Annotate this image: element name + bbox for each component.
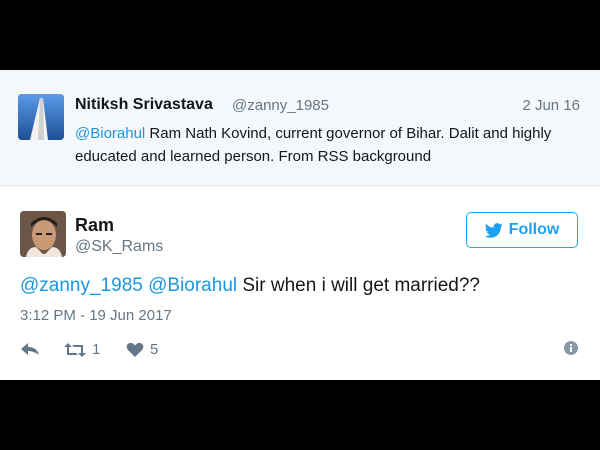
quoted-text: @Biorahul Ram Nath Kovind, current gover… bbox=[75, 122, 575, 168]
quoted-date[interactable]: 2 Jun 16 bbox=[522, 97, 580, 114]
reply-button[interactable] bbox=[20, 341, 40, 357]
author-avatar[interactable] bbox=[20, 211, 66, 257]
mention-link-1[interactable]: @zanny_1985 bbox=[20, 275, 143, 296]
bird-icon bbox=[484, 222, 503, 238]
follow-button[interactable]: Follow bbox=[466, 212, 578, 248]
info-button[interactable] bbox=[564, 341, 578, 355]
quoted-author-name[interactable]: Nitiksh Srivastava bbox=[75, 96, 213, 114]
retweet-button[interactable]: 1 bbox=[64, 341, 100, 358]
author-handle[interactable]: @SK_Rams bbox=[75, 238, 163, 256]
quoted-avatar-image bbox=[18, 94, 64, 140]
tweet-timestamp[interactable]: 3:12 PM - 19 Jun 2017 bbox=[20, 307, 172, 324]
follow-label: Follow bbox=[508, 221, 560, 238]
reply-icon bbox=[21, 343, 39, 355]
tweet-actions: 1 5 bbox=[20, 341, 580, 361]
heart-icon bbox=[126, 342, 144, 357]
quoted-body: Ram Nath Kovind, current governor of Bih… bbox=[75, 125, 552, 165]
quoted-tweet[interactable]: Nitiksh Srivastava @zanny_1985 2 Jun 16 … bbox=[0, 70, 600, 186]
mention-link-2[interactable]: @Biorahul bbox=[148, 275, 237, 296]
retweet-count: 1 bbox=[92, 341, 101, 358]
tweet-body: Sir when i will get married?? bbox=[237, 275, 480, 296]
retweet-icon bbox=[64, 342, 86, 357]
info-icon bbox=[564, 341, 578, 355]
quoted-author-handle[interactable]: @zanny_1985 bbox=[232, 97, 329, 114]
author-name[interactable]: Ram bbox=[75, 215, 114, 236]
like-count: 5 bbox=[150, 341, 159, 358]
author-avatar-image bbox=[20, 211, 66, 257]
quoted-avatar[interactable] bbox=[18, 94, 64, 140]
tweet-text: @zanny_1985 @Biorahul Sir when i will ge… bbox=[20, 275, 480, 297]
tweet-card: Nitiksh Srivastava @zanny_1985 2 Jun 16 … bbox=[0, 70, 600, 380]
quoted-mention-link[interactable]: @Biorahul bbox=[75, 125, 145, 142]
like-button[interactable]: 5 bbox=[126, 341, 158, 358]
